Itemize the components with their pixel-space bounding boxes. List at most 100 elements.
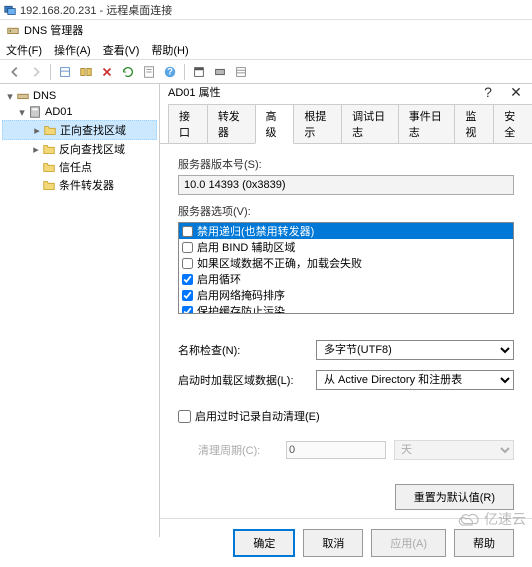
tb-btn-delete[interactable] bbox=[98, 63, 116, 81]
list-item[interactable]: 禁用递归(也禁用转发器) bbox=[179, 223, 513, 239]
tree-trust[interactable]: 信任点 bbox=[2, 158, 157, 176]
name-check-row: 名称检查(N): 多字节(UTF8) bbox=[178, 340, 514, 360]
tree-label: DNS bbox=[33, 90, 56, 102]
load-zone-label: 启动时加载区域数据(L): bbox=[178, 372, 308, 388]
name-check-label: 名称检查(N): bbox=[178, 342, 308, 358]
folder-icon bbox=[43, 123, 57, 137]
option-checkbox[interactable] bbox=[182, 274, 193, 285]
tab-event[interactable]: 事件日志 bbox=[398, 104, 456, 143]
tree-label: 反向查找区域 bbox=[59, 141, 125, 157]
option-label: 保护缓存防止污染 bbox=[197, 303, 285, 314]
option-label: 如果区域数据不正确，加载会失败 bbox=[197, 255, 362, 271]
window-title: 192.168.20.231 - 远程桌面连接 bbox=[20, 2, 172, 18]
dialog-close-button[interactable]: ✕ bbox=[508, 84, 524, 100]
options-field: 服务器选项(V): 禁用递归(也禁用转发器) 启用 BIND 辅助区域 如果区域… bbox=[178, 203, 514, 314]
tree-root-dns[interactable]: ▾ DNS bbox=[2, 88, 157, 104]
list-item[interactable]: 启用 BIND 辅助区域 bbox=[179, 239, 513, 255]
option-label: 启用网络掩码排序 bbox=[197, 287, 285, 303]
version-label: 服务器版本号(S): bbox=[178, 156, 514, 172]
watermark: 亿速云 bbox=[457, 507, 526, 531]
cleanup-period-input bbox=[286, 441, 386, 459]
separator bbox=[50, 64, 51, 80]
tb-btn-refresh[interactable] bbox=[119, 63, 137, 81]
tree-label: 条件转发器 bbox=[59, 177, 114, 193]
tb-btn-5[interactable] bbox=[190, 63, 208, 81]
name-check-select[interactable]: 多字节(UTF8) bbox=[316, 340, 514, 360]
server-icon bbox=[28, 105, 42, 119]
tab-advanced[interactable]: 高级 bbox=[255, 104, 295, 144]
svg-text:?: ? bbox=[167, 66, 173, 77]
tab-interface[interactable]: 接口 bbox=[168, 104, 208, 143]
folder-icon bbox=[42, 142, 56, 156]
option-checkbox[interactable] bbox=[182, 306, 193, 315]
tb-btn-6[interactable] bbox=[211, 63, 229, 81]
expander-blank bbox=[30, 161, 42, 173]
tab-strip: 接口 转发器 高级 根提示 调试日志 事件日志 监视 安全 bbox=[160, 104, 532, 144]
expander-icon[interactable]: ▸ bbox=[30, 143, 42, 156]
menu-bar: 文件(F) 操作(A) 查看(V) 帮助(H) bbox=[0, 40, 532, 60]
list-item[interactable]: 如果区域数据不正确，加载会失败 bbox=[179, 255, 513, 271]
tab-forwarders[interactable]: 转发器 bbox=[207, 104, 256, 143]
auto-cleanup-checkbox[interactable] bbox=[178, 410, 191, 423]
option-label: 禁用递归(也禁用转发器) bbox=[197, 223, 314, 239]
list-item[interactable]: 启用循环 bbox=[179, 271, 513, 287]
app-header: DNS 管理器 bbox=[0, 20, 532, 40]
expander-icon[interactable]: ▸ bbox=[31, 124, 43, 137]
expander-blank bbox=[30, 179, 42, 191]
dns-icon bbox=[16, 89, 30, 103]
tree-fwd-zone[interactable]: ▸ 正向查找区域 bbox=[2, 120, 157, 140]
list-item[interactable]: 保护缓存防止污染 bbox=[179, 303, 513, 314]
option-checkbox[interactable] bbox=[182, 226, 193, 237]
version-input bbox=[178, 175, 514, 195]
options-listbox[interactable]: 禁用递归(也禁用转发器) 启用 BIND 辅助区域 如果区域数据不正确，加载会失… bbox=[178, 222, 514, 314]
tab-debug[interactable]: 调试日志 bbox=[341, 104, 399, 143]
option-checkbox[interactable] bbox=[182, 290, 193, 301]
option-checkbox[interactable] bbox=[182, 242, 193, 253]
separator bbox=[184, 64, 185, 80]
menu-help[interactable]: 帮助(H) bbox=[151, 42, 188, 58]
list-item[interactable]: 启用网络掩码排序 bbox=[179, 287, 513, 303]
tree-cond-fwd[interactable]: 条件转发器 bbox=[2, 176, 157, 194]
expander-icon[interactable]: ▾ bbox=[16, 106, 28, 119]
tree-panel: ▾ DNS ▾ AD01 ▸ 正向查找区域 ▸ 反向查找区域 信任点 条件转 bbox=[0, 84, 160, 537]
properties-dialog: AD01 属性 ? ✕ 接口 转发器 高级 根提示 调试日志 事件日志 监视 安… bbox=[160, 84, 532, 537]
tb-btn-props[interactable] bbox=[140, 63, 158, 81]
ok-button[interactable]: 确定 bbox=[233, 529, 295, 557]
expander-icon[interactable]: ▾ bbox=[4, 90, 16, 103]
menu-action[interactable]: 操作(A) bbox=[54, 42, 91, 58]
dialog-help-button[interactable]: ? bbox=[480, 84, 496, 100]
auto-cleanup-row: 启用过时记录自动清理(E) bbox=[178, 408, 514, 424]
version-field: 服务器版本号(S): bbox=[178, 156, 514, 195]
dialog-title: AD01 属性 bbox=[168, 84, 221, 100]
load-zone-row: 启动时加载区域数据(L): 从 Active Directory 和注册表 bbox=[178, 370, 514, 390]
tree-server[interactable]: ▾ AD01 bbox=[2, 104, 157, 120]
option-label: 启用循环 bbox=[197, 271, 241, 287]
folder-icon bbox=[42, 160, 56, 174]
toolbar: ? bbox=[0, 60, 532, 84]
nav-fwd-button[interactable] bbox=[27, 63, 45, 81]
cleanup-period-label: 清理周期(C): bbox=[198, 442, 278, 458]
folder-icon bbox=[42, 178, 56, 192]
help-button[interactable]: 帮助 bbox=[454, 529, 514, 557]
menu-file[interactable]: 文件(F) bbox=[6, 42, 42, 58]
nav-back-button[interactable] bbox=[6, 63, 24, 81]
tb-btn-1[interactable] bbox=[56, 63, 74, 81]
tb-btn-help[interactable]: ? bbox=[161, 63, 179, 81]
tab-monitor[interactable]: 监视 bbox=[454, 104, 494, 143]
tb-btn-7[interactable] bbox=[232, 63, 250, 81]
apply-button[interactable]: 应用(A) bbox=[371, 529, 446, 557]
tab-hints[interactable]: 根提示 bbox=[293, 104, 342, 143]
options-label: 服务器选项(V): bbox=[178, 203, 514, 219]
app-title: DNS 管理器 bbox=[24, 22, 83, 38]
cancel-button[interactable]: 取消 bbox=[303, 529, 363, 557]
tree-rev-zone[interactable]: ▸ 反向查找区域 bbox=[2, 140, 157, 158]
tree-label: 正向查找区域 bbox=[60, 122, 126, 138]
watermark-text: 亿速云 bbox=[484, 509, 526, 529]
tab-security[interactable]: 安全 bbox=[493, 104, 532, 143]
tb-btn-2[interactable] bbox=[77, 63, 95, 81]
load-zone-select[interactable]: 从 Active Directory 和注册表 bbox=[316, 370, 514, 390]
option-checkbox[interactable] bbox=[182, 258, 193, 269]
dialog-titlebar: AD01 属性 ? ✕ bbox=[160, 84, 532, 100]
menu-view[interactable]: 查看(V) bbox=[103, 42, 140, 58]
cleanup-period-row: 清理周期(C): 天 bbox=[178, 440, 514, 460]
